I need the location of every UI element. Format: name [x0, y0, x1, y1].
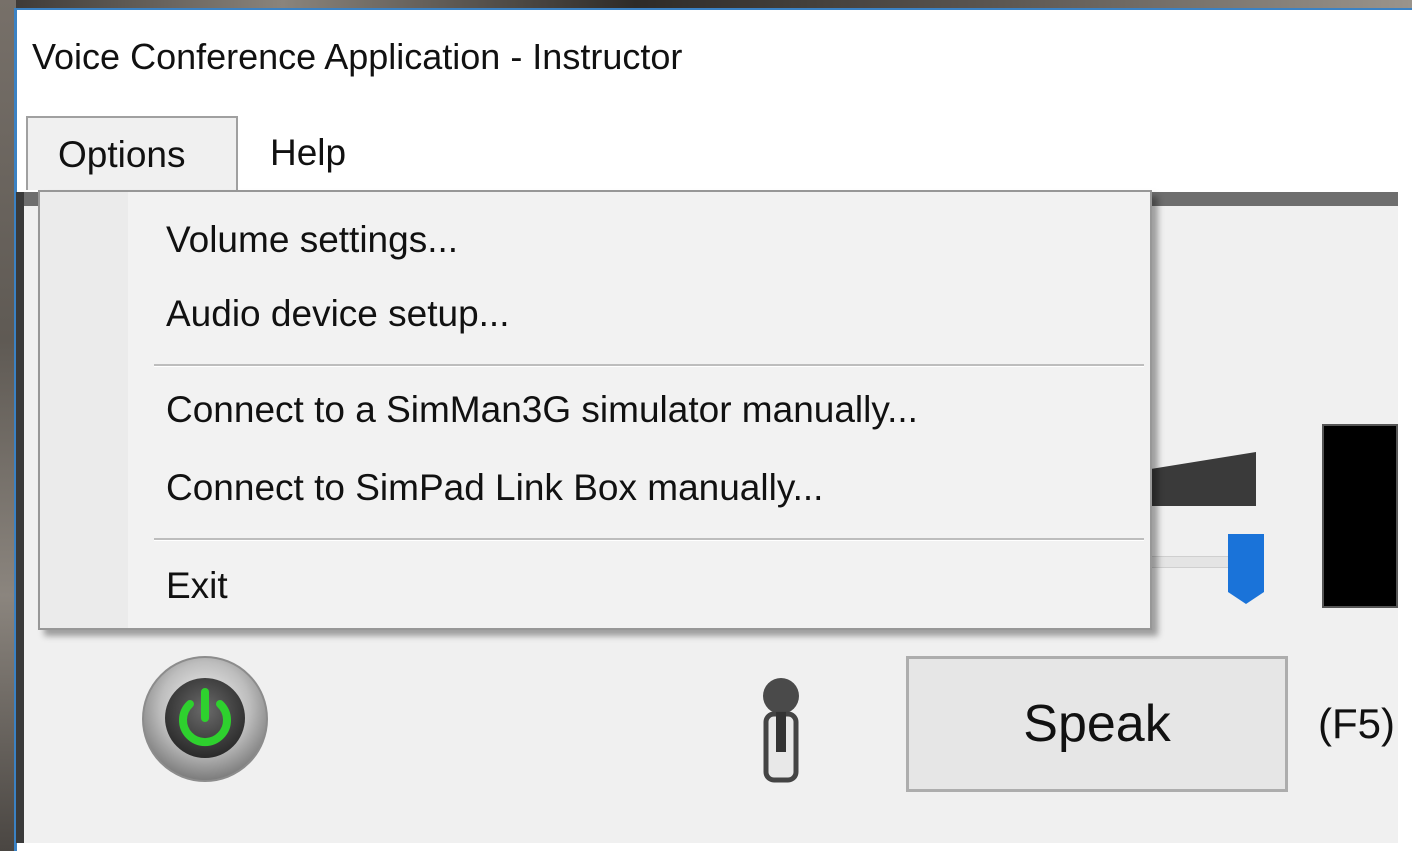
microphone-icon	[763, 678, 799, 783]
menu-help[interactable]: Help	[242, 116, 382, 190]
power-icon[interactable]	[138, 652, 272, 786]
menu-item-connect-simpad-linkbox[interactable]: Connect to SimPad Link Box manually...	[166, 458, 823, 518]
volume-slider-thumb[interactable]	[1226, 534, 1266, 606]
window-title: Voice Conference Application - Instructo…	[32, 36, 683, 77]
audio-level-meter	[1322, 424, 1398, 608]
menu-separator	[154, 538, 1144, 541]
speak-button[interactable]: Speak	[906, 656, 1288, 792]
menu-item-exit[interactable]: Exit	[166, 556, 228, 616]
menu-item-audio-device-setup[interactable]: Audio device setup...	[166, 284, 510, 344]
client-area-left-border	[16, 192, 24, 843]
menu-item-volume-settings[interactable]: Volume settings...	[166, 210, 458, 270]
options-dropdown-menu: Volume settings... Audio device setup...…	[38, 190, 1152, 630]
speak-shortcut-label: (F5)	[1318, 700, 1395, 747]
menu-separator	[154, 364, 1144, 367]
menu-icon-gutter	[40, 192, 128, 628]
menu-bar: Options Help	[26, 116, 1386, 192]
menu-options[interactable]: Options	[26, 116, 238, 190]
menu-item-connect-simman3g[interactable]: Connect to a SimMan3G simulator manually…	[166, 380, 918, 440]
